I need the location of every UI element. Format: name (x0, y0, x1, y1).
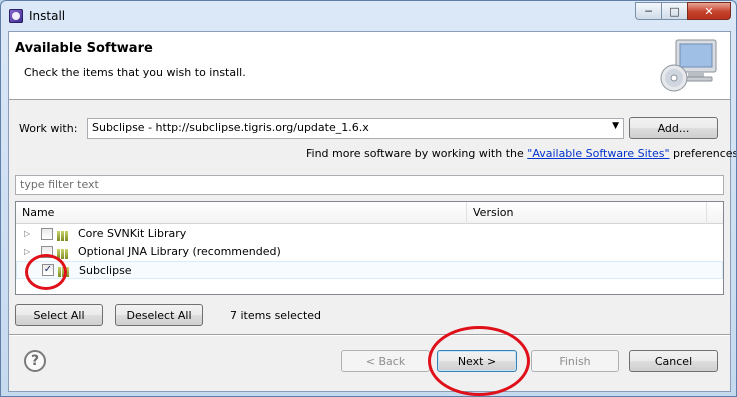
find-more-prefix: Find more software by working with the (306, 147, 524, 160)
minimize-icon[interactable]: ─ (635, 2, 662, 20)
tree-row-subclipse[interactable]: ✓ Subclipse (16, 261, 723, 279)
filter-placeholder: type filter text (20, 178, 99, 191)
available-software-sites-link[interactable]: "Available Software Sites" (527, 147, 669, 160)
software-tree[interactable]: Name Version ▷ Core SVNKit Library ▷ Opt… (15, 201, 724, 295)
title-bar[interactable]: Install ─ □ ✕ (1, 1, 736, 31)
feature-icon (57, 247, 71, 259)
row-label: Core SVNKit Library (78, 227, 187, 240)
dialog-body: Available Software Check the items that … (8, 31, 736, 396)
tree-row-optional-jna[interactable]: ▷ Optional JNA Library (recommended) (16, 243, 723, 261)
next-button[interactable]: Next > (437, 350, 517, 372)
page-title: Available Software (15, 41, 153, 56)
maximize-icon[interactable]: □ (661, 2, 688, 20)
page-description: Check the items that you wish to install… (24, 66, 246, 79)
add-site-button[interactable]: Add... (629, 117, 718, 139)
row-label: Optional JNA Library (recommended) (78, 245, 281, 258)
window-controls: ─ □ ✕ (635, 2, 731, 20)
find-more-suffix: preferences. (673, 147, 737, 160)
tree-row-core-svnkit[interactable]: ▷ Core SVNKit Library (16, 225, 723, 243)
tree-header: Name Version (16, 202, 723, 224)
back-button[interactable]: < Back (341, 350, 430, 372)
close-icon[interactable]: ✕ (687, 2, 731, 20)
selection-status: 7 items selected (230, 309, 322, 322)
find-more-text: Find more software by working with the "… (306, 147, 737, 160)
work-with-combo[interactable]: Subclipse - http://subclipse.tigris.org/… (87, 118, 624, 139)
footer-separator (9, 334, 730, 336)
install-window: Install ─ □ ✕ Available Software Check t… (0, 0, 737, 397)
wizard-banner: Available Software Check the items that … (9, 32, 730, 100)
window-title: Install (29, 9, 66, 23)
row-label: Subclipse (79, 264, 132, 277)
feature-icon (57, 229, 71, 241)
cancel-button[interactable]: Cancel (629, 350, 718, 372)
column-name[interactable]: Name (16, 202, 467, 224)
checkbox-subclipse[interactable]: ✓ (42, 264, 54, 276)
chevron-down-icon[interactable]: ▼ (612, 121, 619, 131)
finish-button[interactable]: Finish (531, 350, 619, 372)
help-icon[interactable]: ? (24, 350, 46, 372)
select-all-button[interactable]: Select All (15, 304, 103, 326)
column-version[interactable]: Version (467, 202, 707, 224)
checkbox-core-svnkit[interactable] (41, 228, 53, 240)
filter-input[interactable]: type filter text (15, 175, 724, 195)
eclipse-icon (9, 9, 23, 23)
deselect-all-button[interactable]: Deselect All (115, 304, 203, 326)
work-with-value: Subclipse - http://subclipse.tigris.org/… (92, 121, 369, 134)
feature-icon (58, 265, 72, 277)
expand-icon[interactable]: ▷ (24, 225, 30, 243)
install-computer-icon (660, 39, 717, 92)
checkbox-optional-jna[interactable] (41, 246, 53, 258)
work-with-label: Work with: (19, 122, 78, 135)
expand-icon[interactable]: ▷ (24, 243, 30, 261)
